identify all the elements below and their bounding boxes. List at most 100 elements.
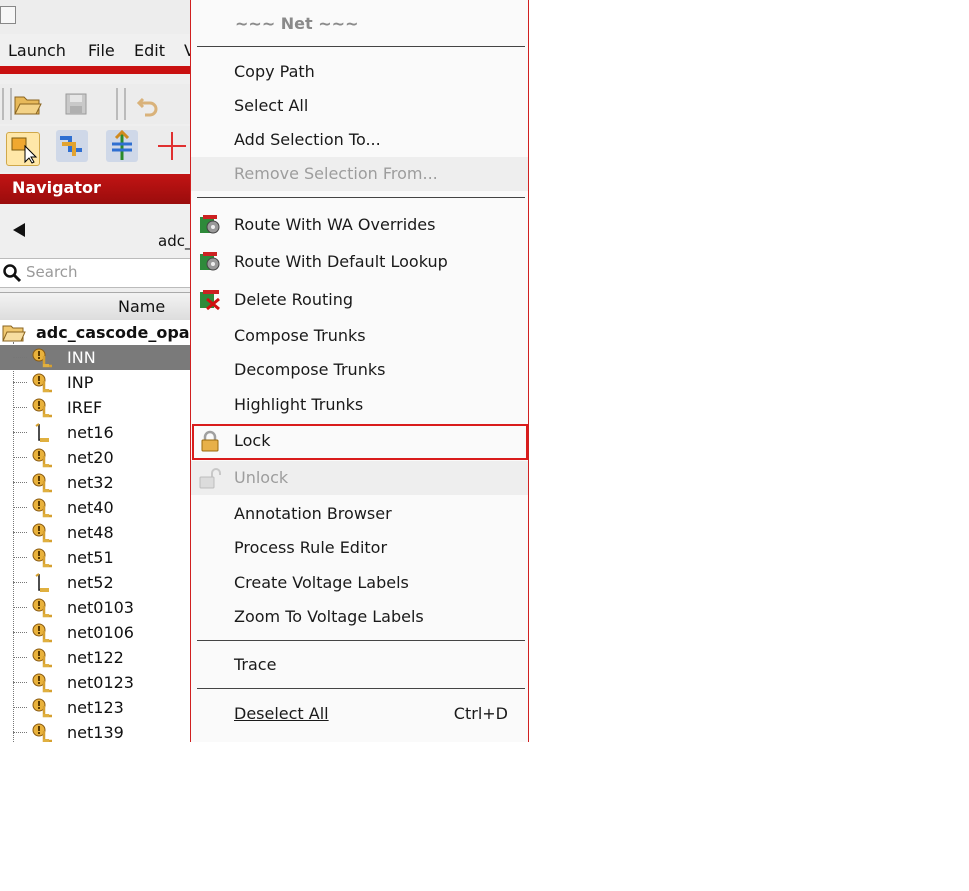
menu-item-select-all[interactable]: Select All <box>191 89 528 123</box>
tree-row[interactable]: INN <box>0 345 190 370</box>
menu-item-add-selection-to[interactable]: Add Selection To... <box>191 123 528 157</box>
net-warning-icon <box>31 397 53 419</box>
crosshair-icon[interactable] <box>156 130 188 162</box>
search-placeholder: Search <box>26 263 78 281</box>
net-tree: adc_cascode_opam INN INP IREF net16 net20 net… <box>0 320 190 742</box>
tree-row[interactable]: net51 <box>0 545 190 570</box>
open-folder-icon[interactable] <box>12 88 44 120</box>
net-warning-icon <box>31 472 53 494</box>
menu-edit[interactable]: Edit <box>134 41 165 60</box>
menu-item-remove-selection-from: Remove Selection From... <box>191 157 528 191</box>
tree-row[interactable]: IREF <box>0 395 190 420</box>
tree-connector <box>13 432 27 433</box>
undo-icon[interactable] <box>132 88 164 120</box>
menu-item-copy-path[interactable]: Copy Path <box>191 55 528 89</box>
tree-row-label: net20 <box>67 448 114 467</box>
save-icon[interactable] <box>60 88 92 120</box>
tree-root-label: adc_cascode_opam <box>36 323 190 342</box>
menu-separator <box>197 688 525 689</box>
menu-separator <box>197 197 525 198</box>
title-bar <box>0 0 190 35</box>
menu-item-label: Unlock <box>234 468 289 487</box>
tree-row[interactable]: net32 <box>0 470 190 495</box>
menu-item-annotation-browser[interactable]: Annotation Browser <box>191 497 528 531</box>
tree-row[interactable]: net20 <box>0 445 190 470</box>
tree-connector <box>13 557 27 558</box>
tree-row[interactable]: net52 <box>0 570 190 595</box>
redo-icon[interactable] <box>180 88 190 120</box>
window-restore-icon[interactable] <box>0 6 16 24</box>
tree-connector <box>13 707 27 708</box>
menu-bar: Launch File Edit V <box>0 34 190 66</box>
net-warning-icon <box>31 722 53 742</box>
tree-row-label: net0123 <box>67 673 134 692</box>
menu-item-shortcut: Ctrl+D <box>453 704 508 723</box>
tree-row[interactable]: net0123 <box>0 670 190 695</box>
net-warning-icon <box>31 597 53 619</box>
menu-item-label: Remove Selection From... <box>234 164 438 183</box>
route-gear-icon <box>200 252 220 271</box>
navigator-header: Navigator <box>0 174 190 204</box>
tree-row[interactable]: net122 <box>0 645 190 670</box>
tree-row[interactable]: net40 <box>0 495 190 520</box>
main-window: Launch File Edit V Navigator adc_ Search… <box>0 0 190 742</box>
tree-connector <box>13 682 27 683</box>
tree-row-label: net123 <box>67 698 124 717</box>
menu-file[interactable]: File <box>88 41 115 60</box>
menu-item-create-voltage-labels[interactable]: Create Voltage Labels <box>191 566 528 600</box>
net-plain-icon <box>31 572 53 594</box>
menu-item-label: Add Selection To... <box>234 130 381 149</box>
menu-item-zoom-voltage-labels[interactable]: Zoom To Voltage Labels <box>191 600 528 634</box>
open-folder-icon <box>2 325 26 342</box>
tree-connector <box>13 457 27 458</box>
route-wire-icon[interactable] <box>56 130 88 162</box>
tree-row-label: net52 <box>67 573 114 592</box>
menu-item-compose-trunks[interactable]: Compose Trunks <box>191 319 528 353</box>
menu-item-highlight-trunks[interactable]: Highlight Trunks <box>191 388 528 422</box>
tree-row-label: IREF <box>67 398 103 417</box>
menu-item-label: Highlight Trunks <box>234 395 364 414</box>
lock-highlight-box <box>192 424 528 460</box>
menu-launch[interactable]: Launch <box>8 41 66 60</box>
column-header-name[interactable]: Name <box>0 292 190 322</box>
menu-item-route-wa-overrides[interactable]: Route With WA Overrides <box>191 208 528 242</box>
menu-item-label: Decompose Trunks <box>234 360 386 379</box>
tree-connector <box>13 357 27 358</box>
menu-item-label: Deselect All <box>234 704 329 723</box>
menu-item-label: Delete Routing <box>234 290 353 309</box>
tree-row[interactable]: net48 <box>0 520 190 545</box>
tree-row[interactable]: net0106 <box>0 620 190 645</box>
menu-separator <box>197 640 525 641</box>
menu-item-label: Compose Trunks <box>234 326 366 345</box>
tree-connector <box>13 407 27 408</box>
tree-row-label: net0106 <box>67 623 134 642</box>
back-arrow-icon[interactable] <box>12 222 26 238</box>
tree-row[interactable]: net16 <box>0 420 190 445</box>
tree-row[interactable]: net123 <box>0 695 190 720</box>
tree-connector <box>13 607 27 608</box>
tree-row-label: net122 <box>67 648 124 667</box>
menu-item-delete-routing[interactable]: Delete Routing <box>191 283 528 317</box>
tree-row[interactable]: net0103 <box>0 595 190 620</box>
column-header-label: Name <box>118 297 166 316</box>
align-layers-icon[interactable] <box>106 130 138 162</box>
toolbar-file <box>0 84 190 124</box>
tree-row[interactable]: net139 <box>0 720 190 742</box>
tree-root[interactable]: adc_cascode_opam <box>0 320 190 345</box>
net-warning-icon <box>31 697 53 719</box>
menu-item-route-default-lookup[interactable]: Route With Default Lookup <box>191 245 528 279</box>
menu-item-label: Route With WA Overrides <box>234 215 436 234</box>
menu-item-deselect-all[interactable]: Deselect All Ctrl+D <box>191 697 528 731</box>
tree-row-label: net0103 <box>67 598 134 617</box>
tree-row[interactable]: INP <box>0 370 190 395</box>
menu-item-trace[interactable]: Trace <box>191 648 528 682</box>
menu-item-decompose-trunks[interactable]: Decompose Trunks <box>191 353 528 387</box>
breadcrumb[interactable]: adc_ <box>158 232 190 250</box>
select-pointer-icon[interactable] <box>6 132 40 166</box>
menu-item-label: Annotation Browser <box>234 504 392 523</box>
search-input[interactable]: Search <box>0 258 190 288</box>
net-warning-icon <box>31 547 53 569</box>
delete-routing-icon <box>200 290 220 311</box>
menu-item-process-rule-editor[interactable]: Process Rule Editor <box>191 531 528 565</box>
navigator-title: Navigator <box>12 178 101 197</box>
